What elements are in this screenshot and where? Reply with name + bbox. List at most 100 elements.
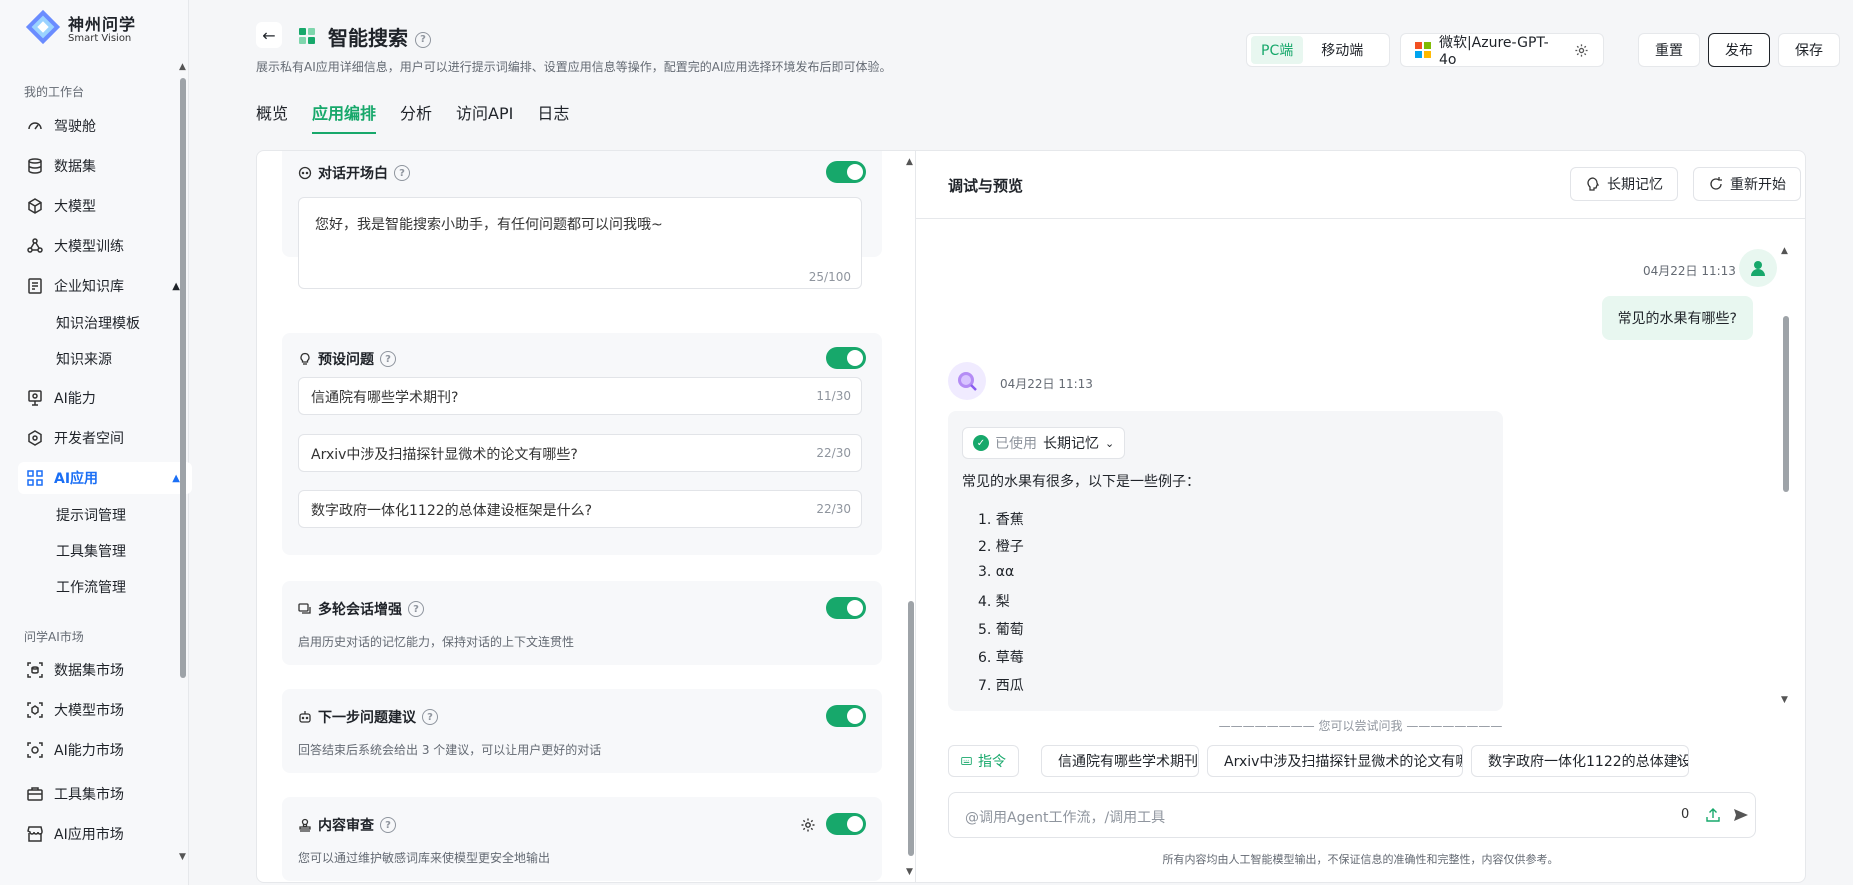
multi-turn-header: 多轮会话增强? [298,599,424,619]
sidebar-item-knowledge[interactable]: 企业知识库 ▲ [18,270,192,302]
try-asking-text: 您可以尝试问我 [1318,719,1403,733]
multi-turn-desc: 启用历史对话的记忆能力，保持对话的上下文连贯性 [298,635,575,649]
help-icon[interactable]: ? [380,817,396,833]
sidebar-item-ai-capability[interactable]: AI能力 [18,382,192,414]
command-chip[interactable]: 指令 [948,745,1019,777]
preset-question-input[interactable]: 数字政府一体化1122的总体建设框架是什么? 22/30 [298,490,862,528]
config-panel: 对话开场白? 您好，我是智能搜索小助手，有任何问题都可以问我哦~ 25/100 预… [256,150,916,883]
try-asking-label: ———————— 您可以尝试问我 ———————— [1218,719,1503,733]
opening-textarea[interactable]: 您好，我是智能搜索小助手，有任何问题都可以问我哦~ 25/100 [298,197,862,289]
sidebar-item-toolset-market[interactable]: 工具集市场 [18,778,192,810]
suggestion-chip[interactable]: 数字政府一体化1122的总体建设框架是什么? [1471,745,1689,777]
preset-question-input[interactable]: 信通院有哪些学术期刊? 11/30 [298,377,862,415]
sidebar-subitem-sources[interactable]: 知识来源 [56,349,112,369]
opening-title: 对话开场白 [318,166,388,182]
reset-button[interactable]: 重置 [1638,33,1700,67]
tab-overview[interactable]: 概览 [256,100,288,134]
sidebar-item-dataset-market[interactable]: 数据集市场 [18,654,192,686]
sidebar-item-models[interactable]: 大模型 [18,190,192,222]
brain-icon [1587,177,1600,191]
char-count: 0 [1681,807,1690,822]
scroll-down-icon[interactable]: ▼ [179,852,186,862]
preset-question-input[interactable]: Arxiv中涉及扫描探针显微术的论文有哪些? 22/30 [298,434,862,472]
review-title: 内容审查 [318,818,374,834]
sidebar-subitem-prompts[interactable]: 提示词管理 [56,505,126,525]
bot-avatar [948,362,986,400]
scroll-thumb[interactable] [1783,316,1789,492]
model-selector[interactable]: 微软|Azure-GPT-4o [1400,33,1604,68]
pc-tab[interactable]: PC端 [1251,36,1304,64]
help-icon[interactable]: ? [422,709,438,725]
model-name: 微软|Azure-GPT-4o [1438,35,1549,68]
long-term-memory-button[interactable]: 长期记忆 [1570,167,1678,201]
refresh-icon [1710,177,1722,190]
review-desc: 您可以通过维护敏感词库来使模型更安全地输出 [298,851,551,865]
upload-icon[interactable] [1705,807,1721,823]
grid-icon [27,470,43,486]
back-button[interactable]: ← [256,22,282,48]
sidebar-item-dataset[interactable]: 数据集 [18,150,192,182]
list-item: 7. 西瓜 [978,678,1024,694]
list-item: 2. 橙子 [978,539,1024,555]
restart-button[interactable]: 重新开始 [1693,167,1801,201]
publish-button[interactable]: 发布 [1708,33,1770,67]
sidebar-subitem-workflows[interactable]: 工作流管理 [56,577,126,597]
sidebar-item-label: 大模型训练 [54,239,124,255]
chat-input[interactable]: @调用Agent工作流，/调用工具 0 [948,792,1756,838]
mobile-tab[interactable]: 移动端 [1311,36,1373,64]
send-icon[interactable] [1733,807,1749,823]
sidebar-subitem-toolsets[interactable]: 工具集管理 [56,541,126,561]
help-icon[interactable]: ? [408,601,424,617]
tab-logs[interactable]: 日志 [537,100,569,134]
lightbulb-icon [300,352,310,365]
sidebar-item-ai-market[interactable]: AI能力市场 [18,734,192,766]
char-counter: 25/100 [808,270,851,284]
scroll-up-icon[interactable]: ▲ [179,62,186,72]
chevron-right-icon[interactable]: › [1676,751,1682,767]
tab-api[interactable]: 访问API [456,100,513,134]
platform-switch: PC端 移动端 [1246,33,1390,67]
save-button[interactable]: 保存 [1778,33,1840,67]
review-toggle[interactable] [826,813,866,835]
preview-title: 调试与预览 [948,177,1024,195]
gear-icon[interactable] [800,817,816,833]
sidebar-item-label: 数据集 [54,159,96,175]
preview-panel: 调试与预览 长期记忆 重新开始 04月22日 11:13 常见的水果有哪些? 0… [916,150,1806,883]
tab-analysis[interactable]: 分析 [400,100,432,134]
ai-capability-icon [28,390,42,406]
sidebar-item-app-market[interactable]: AI应用市场 [18,818,192,850]
opening-toggle[interactable] [826,161,866,183]
page-title: 智能搜索 ? [328,22,431,51]
scroll-up-icon[interactable]: ▲ [1781,246,1788,256]
multi-turn-title: 多轮会话增强 [318,602,402,618]
next-suggest-toggle[interactable] [826,705,866,727]
used-tool-name: 长期记忆 [1043,436,1099,452]
sidebar-item-training[interactable]: 大模型训练 [18,230,192,262]
help-icon[interactable]: ? [380,351,396,367]
scroll-down-icon[interactable]: ▼ [1781,695,1788,705]
used-tool-badge[interactable]: ✓ 已使用 长期记忆 ⌄ [962,427,1126,459]
config-scrollbar[interactable]: ▲ ▼ [905,151,915,882]
scroll-down-icon[interactable]: ▼ [906,867,913,877]
help-icon[interactable]: ? [394,165,410,181]
sidebar-item-cockpit[interactable]: 驾驶舱 [18,110,192,142]
sidebar-item-model-market[interactable]: 大模型市场 [18,694,192,726]
brand-logo[interactable]: 神州问学 Smart Vision [24,8,136,46]
sidebar-subitem-governance[interactable]: 知识治理模板 [56,313,140,333]
sidebar-scrollbar[interactable]: ▲ ▼ [179,60,187,862]
gear-icon[interactable] [1574,43,1589,58]
chat-scrollbar[interactable]: ▲ ▼ [1780,246,1792,706]
multi-turn-toggle[interactable] [826,597,866,619]
scroll-thumb[interactable] [180,78,186,678]
help-icon[interactable]: ? [414,31,431,48]
tab-orchestration[interactable]: 应用编排 [312,100,377,134]
sidebar-item-ai-apps[interactable]: AI应用 ▲ [18,462,192,494]
scroll-up-icon[interactable]: ▲ [906,157,913,167]
suggestion-chip[interactable]: 信通院有哪些学术期刊? [1041,745,1199,777]
preset-toggle[interactable] [826,347,866,369]
chat-bubble-icon [298,166,312,180]
sidebar-item-developer[interactable]: 开发者空间 [18,422,192,454]
check-icon: ✓ [973,435,989,451]
suggestion-chip[interactable]: Arxiv中涉及扫描探针显微术的论文有哪些? [1207,745,1463,777]
scroll-thumb[interactable] [908,601,914,856]
